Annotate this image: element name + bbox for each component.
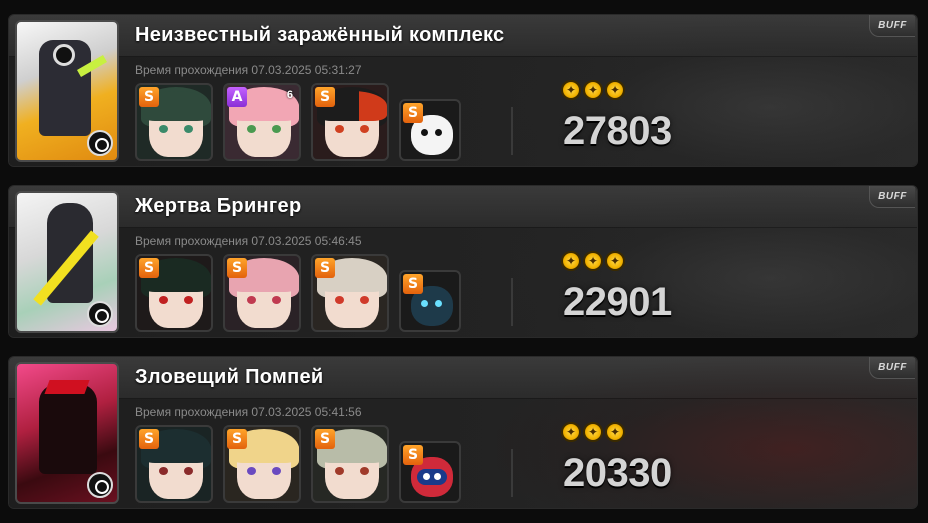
agent-eyes xyxy=(335,296,369,304)
background-art xyxy=(497,357,917,508)
clear-time: Время прохождения 07.03.2025 05:46:45 xyxy=(135,234,362,248)
agent-eyes xyxy=(247,296,281,304)
star-icon xyxy=(605,422,625,442)
agent-eyes xyxy=(159,467,193,475)
stage-card-3[interactable]: BUFF Зловещий Помпей Время прохождения 0… xyxy=(8,356,918,509)
divider xyxy=(511,449,513,497)
rank-badge: A xyxy=(227,87,247,107)
agent-eyes xyxy=(159,125,193,133)
agent-slot-1[interactable]: S xyxy=(135,425,213,503)
rank-badge: S xyxy=(403,274,423,294)
star-icon xyxy=(583,80,603,100)
star-rating xyxy=(561,80,625,100)
agent-eyes xyxy=(335,467,369,475)
rank-badge: S xyxy=(403,445,423,465)
buff-badge[interactable]: BUFF xyxy=(869,186,915,208)
rank-badge: S xyxy=(315,258,335,278)
clear-time: Время прохождения 07.03.2025 05:31:27 xyxy=(135,63,362,77)
emblem-icon xyxy=(87,301,113,327)
agent-slot-2[interactable]: S xyxy=(223,254,301,332)
star-icon xyxy=(605,80,625,100)
divider xyxy=(511,107,513,155)
star-icon xyxy=(561,80,581,100)
clear-time: Время прохождения 07.03.2025 05:41:56 xyxy=(135,405,362,419)
agent-slot-1[interactable]: S xyxy=(135,254,213,332)
mindscape-level: 6 xyxy=(286,89,293,101)
stage-card-1[interactable]: BUFF Неизвестный заражённый комплекс Вре… xyxy=(8,14,918,167)
star-rating xyxy=(561,422,625,442)
boss-horn xyxy=(44,380,90,394)
boss-eye xyxy=(53,44,75,66)
bangboo-eye xyxy=(421,129,428,136)
agent-eyes xyxy=(159,296,193,304)
star-icon xyxy=(583,251,603,271)
agent-eyes xyxy=(247,467,281,475)
star-rating xyxy=(561,251,625,271)
buff-badge[interactable]: BUFF xyxy=(869,357,915,379)
bangboo-visor xyxy=(417,469,447,485)
rank-badge: S xyxy=(139,258,159,278)
emblem-icon xyxy=(87,472,113,498)
boss-portrait xyxy=(15,191,119,333)
stage-title: Жертва Брингер xyxy=(135,195,302,217)
boss-portrait xyxy=(15,362,119,504)
bangboo-slot[interactable]: S xyxy=(399,99,461,161)
agent-slot-2[interactable]: A 6 xyxy=(223,83,301,161)
background-art xyxy=(497,186,917,337)
agent-eyes xyxy=(335,125,369,133)
rank-badge: S xyxy=(139,429,159,449)
score: 20330 xyxy=(563,451,672,495)
emblem-icon xyxy=(87,130,113,156)
bangboo-slot[interactable]: S xyxy=(399,270,461,332)
agent-slot-3[interactable]: S xyxy=(311,83,389,161)
bangboo-eye xyxy=(421,300,428,307)
bangboo-eye xyxy=(434,473,441,480)
agent-slot-3[interactable]: S xyxy=(311,425,389,503)
rank-badge: S xyxy=(315,429,335,449)
agent-slot-1[interactable]: S xyxy=(135,83,213,161)
bangboo-eye xyxy=(423,473,430,480)
boss-portrait xyxy=(15,20,119,162)
buff-badge[interactable]: BUFF xyxy=(869,15,915,37)
star-icon xyxy=(583,422,603,442)
bangboo-eye xyxy=(435,129,442,136)
stage-card-2[interactable]: BUFF Жертва Брингер Время прохождения 07… xyxy=(8,185,918,338)
rank-badge: S xyxy=(315,87,335,107)
bangboo-eye xyxy=(435,300,442,307)
star-icon xyxy=(605,251,625,271)
agent-slot-3[interactable]: S xyxy=(311,254,389,332)
boss-figure xyxy=(39,384,97,474)
divider xyxy=(511,278,513,326)
agent-eyes xyxy=(247,125,281,133)
star-icon xyxy=(561,422,581,442)
rank-badge: S xyxy=(227,258,247,278)
rank-badge: S xyxy=(227,429,247,449)
stage-title: Неизвестный заражённый комплекс xyxy=(135,24,505,46)
bangboo-slot[interactable]: S xyxy=(399,441,461,503)
score: 22901 xyxy=(563,280,672,324)
star-icon xyxy=(561,251,581,271)
score: 27803 xyxy=(563,109,672,153)
rank-badge: S xyxy=(403,103,423,123)
rank-badge: S xyxy=(139,87,159,107)
background-art xyxy=(497,15,917,166)
stage-title: Зловещий Помпей xyxy=(135,366,324,388)
agent-slot-2[interactable]: S xyxy=(223,425,301,503)
